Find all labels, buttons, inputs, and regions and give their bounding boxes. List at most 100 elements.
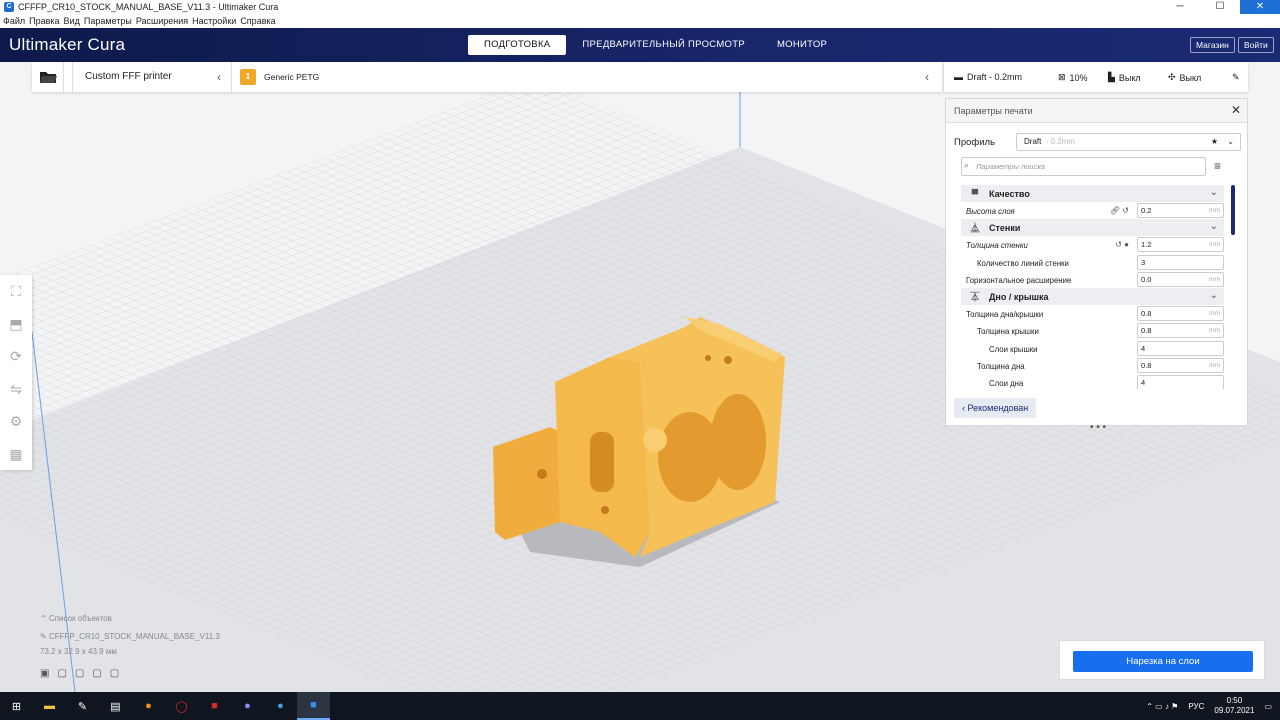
chevron-down-icon: ⌄ (1227, 137, 1234, 146)
menu-file[interactable]: Файл (3, 16, 25, 26)
setting-row: Количество линий стенки 3 (961, 254, 1224, 271)
wall-line-count-input[interactable]: 3 (1137, 254, 1224, 270)
file-explorer-icon[interactable]: ▬ (33, 692, 66, 720)
category-quality[interactable]: ▀ Качество ⌄ (961, 185, 1224, 202)
edit-pencil-icon[interactable]: ✎ (40, 632, 49, 641)
menu-extensions[interactable]: Расширения (136, 16, 188, 26)
chevron-left-icon[interactable]: ‹ (925, 70, 929, 84)
search-input[interactable]: Параметры поиска (961, 157, 1206, 176)
chevron-down-icon: ⌄ (1209, 187, 1218, 198)
profile-sub: - 0.2mm (1045, 137, 1075, 146)
layer-height-input[interactable]: 0.2 mm (1137, 203, 1224, 218)
scale-tool-icon[interactable]: ⬒ (0, 308, 32, 341)
panel-title: Параметры печати (954, 106, 1033, 116)
language-indicator[interactable]: РУС (1188, 702, 1204, 711)
star-icon[interactable]: ★ (1211, 134, 1218, 150)
tab-prepare[interactable]: ПОДГОТОВКА (468, 35, 567, 55)
category-walls[interactable]: ⏅ Стенки ⌄ (961, 219, 1224, 237)
adhesion-icon: ✣ (1168, 72, 1176, 82)
profile-icon: ▬ (954, 72, 963, 82)
edit-pencil-icon[interactable]: ✎ (1232, 72, 1240, 83)
profile-value: Draft (1024, 137, 1042, 146)
tab-preview[interactable]: ПРЕДВАРИТЕЛЬНЫЙ ПРОСМОТР (566, 35, 761, 55)
minimize-button[interactable]: ─ (1160, 0, 1200, 14)
firefox-icon[interactable]: ● (132, 692, 165, 720)
object-name: CFFFP_CR10_STOCK_MANUAL_BASE_V11.3 (48, 632, 220, 641)
bottom-layers-input[interactable]: 4 (1137, 375, 1224, 389)
setting-row: Высота слоя 🔗︎ ↺ 0.2 mm (961, 202, 1224, 219)
windows-taskbar: ⊞ ▬ ✎ ▤ ● ◯ ■ ● ● ■ ⌃ ▭ ♪ ⚑ РУС 0:50 09.0… (0, 692, 1280, 720)
tray-icons[interactable]: ⌃ ▭ ♪ ⚑ (1146, 702, 1178, 711)
infill-icon: ⊠ (1058, 72, 1066, 82)
adhesion-value: Выкл (1179, 72, 1202, 83)
bottom-thickness-input[interactable]: 0.8 mm (1137, 358, 1224, 374)
maximize-button[interactable]: ☐ (1200, 0, 1240, 14)
extruder-badge: 1 (240, 69, 256, 85)
window-titlebar: C CFFFP_CR10_STOCK_MANUAL_BASE_V11.3 - U… (0, 0, 1280, 14)
object-list-toggle[interactable]: Список объектов (49, 614, 112, 623)
rotate-tool-icon[interactable]: ⟳ (0, 340, 32, 373)
pdf-icon[interactable]: ■ (198, 692, 231, 720)
reset-icon[interactable]: ↺ ● (1115, 240, 1129, 249)
object-info: ⌃ Список объектов ✎ CFFFP_CR10_STOCK_MAN… (40, 614, 220, 679)
top-thickness-input[interactable]: 0.8 mm (1137, 323, 1224, 339)
support-icon: ▙ (1108, 72, 1115, 82)
telegram-icon[interactable]: ● (264, 692, 297, 720)
notepad-icon[interactable]: ▤ (99, 692, 132, 720)
setting-row: Горизонтальное расширение 0.0 mm (961, 271, 1224, 288)
panel-resize-handle[interactable]: • • • (1090, 422, 1106, 433)
link-icon[interactable]: 🔗︎ ↺ (1110, 206, 1129, 215)
app-icon[interactable]: ✎ (66, 692, 99, 720)
mirror-tool-icon[interactable]: ⇋ (0, 373, 32, 406)
top-bottom-thickness-input[interactable]: 0.8 mm (1137, 306, 1224, 322)
support-value: Выкл (1118, 72, 1141, 83)
signin-button[interactable]: Войти (1238, 37, 1274, 53)
left-toolbar: ⛶ ⬒ ⟳ ⇋ ⚙ ▦ (0, 275, 32, 470)
top-layers-input[interactable]: 4 (1137, 340, 1224, 356)
wall-thickness-input[interactable]: 1.2 mm (1137, 237, 1224, 253)
opera-icon[interactable]: ◯ (165, 692, 198, 720)
discord-icon[interactable]: ● (231, 692, 264, 720)
close-window-button[interactable]: ✕ (1240, 0, 1280, 14)
menu-edit[interactable]: Правка (29, 16, 59, 26)
windows-start-icon[interactable]: ⊞ (0, 692, 33, 720)
menu-settings[interactable]: Параметры (84, 16, 132, 26)
category-top-bottom[interactable]: ⏄ Дно / крышка ⌄ (961, 288, 1224, 306)
view-orientation-icons[interactable]: ▣▢▢▢▢ (40, 668, 220, 679)
topbottom-icon: ⏄ (970, 292, 980, 303)
cura-taskbar-icon[interactable]: ■ (297, 692, 330, 720)
chevron-up-icon[interactable]: ⌃ (40, 614, 49, 623)
clock[interactable]: 0:50 09.07.2021 (1214, 696, 1254, 716)
setting-row: Слои крышки 4 (961, 340, 1224, 357)
support-blocker-icon[interactable]: ▦ (0, 438, 32, 471)
close-icon[interactable]: ✕ (1231, 103, 1241, 117)
menu-view[interactable]: Вид (64, 16, 80, 26)
setting-row: Толщина крышки 0.8 mm (961, 322, 1224, 339)
setting-row: Толщина дна 0.8 mm (961, 357, 1224, 374)
horizontal-expansion-input[interactable]: 0.0 mm (1137, 271, 1224, 287)
per-model-settings-icon[interactable]: ⚙ (0, 405, 32, 438)
notifications-icon[interactable]: ▭ (1264, 702, 1272, 711)
printer-selector[interactable]: Custom FFF printer ‹ (72, 62, 232, 92)
walls-icon: ⏅ (970, 223, 980, 234)
marketplace-button[interactable]: Магазин (1190, 37, 1235, 53)
tab-monitor[interactable]: МОНИТОР (761, 35, 843, 55)
app-logo: Ultimaker Cura (9, 35, 126, 54)
open-file-button[interactable] (32, 62, 64, 92)
search-icon: ⌕ (964, 160, 970, 170)
move-tool-icon[interactable]: ⛶ (0, 275, 32, 308)
menu-icon[interactable]: ≡ (1214, 159, 1221, 173)
setting-row: Толщина дна/крышки 0.8 mm (961, 305, 1224, 322)
slice-panel: Нарезка на слои (1059, 640, 1265, 680)
menu-help[interactable]: Справка (240, 16, 275, 26)
settings-scrollbar[interactable] (1231, 185, 1235, 235)
slice-button[interactable]: Нарезка на слои (1073, 651, 1253, 672)
recommended-button[interactable]: ‹ Рекомендован (954, 398, 1037, 418)
print-settings-summary[interactable]: ▬ Draft - 0.2mm ⊠ 10% ▙ Выкл ✣ Выкл ✎ (944, 62, 1248, 92)
cura-app-icon: C (4, 2, 14, 12)
material-selector[interactable]: 1 Generic PETG (240, 69, 319, 85)
profile-summary: Draft - 0.2mm (967, 72, 1023, 82)
menu-preferences[interactable]: Настройки (192, 16, 236, 26)
profile-dropdown[interactable]: Draft - 0.2mm ★ ⌄ (1016, 133, 1241, 151)
setting-row: Толщина стенки ↺ ● 1.2 mm (961, 236, 1224, 253)
